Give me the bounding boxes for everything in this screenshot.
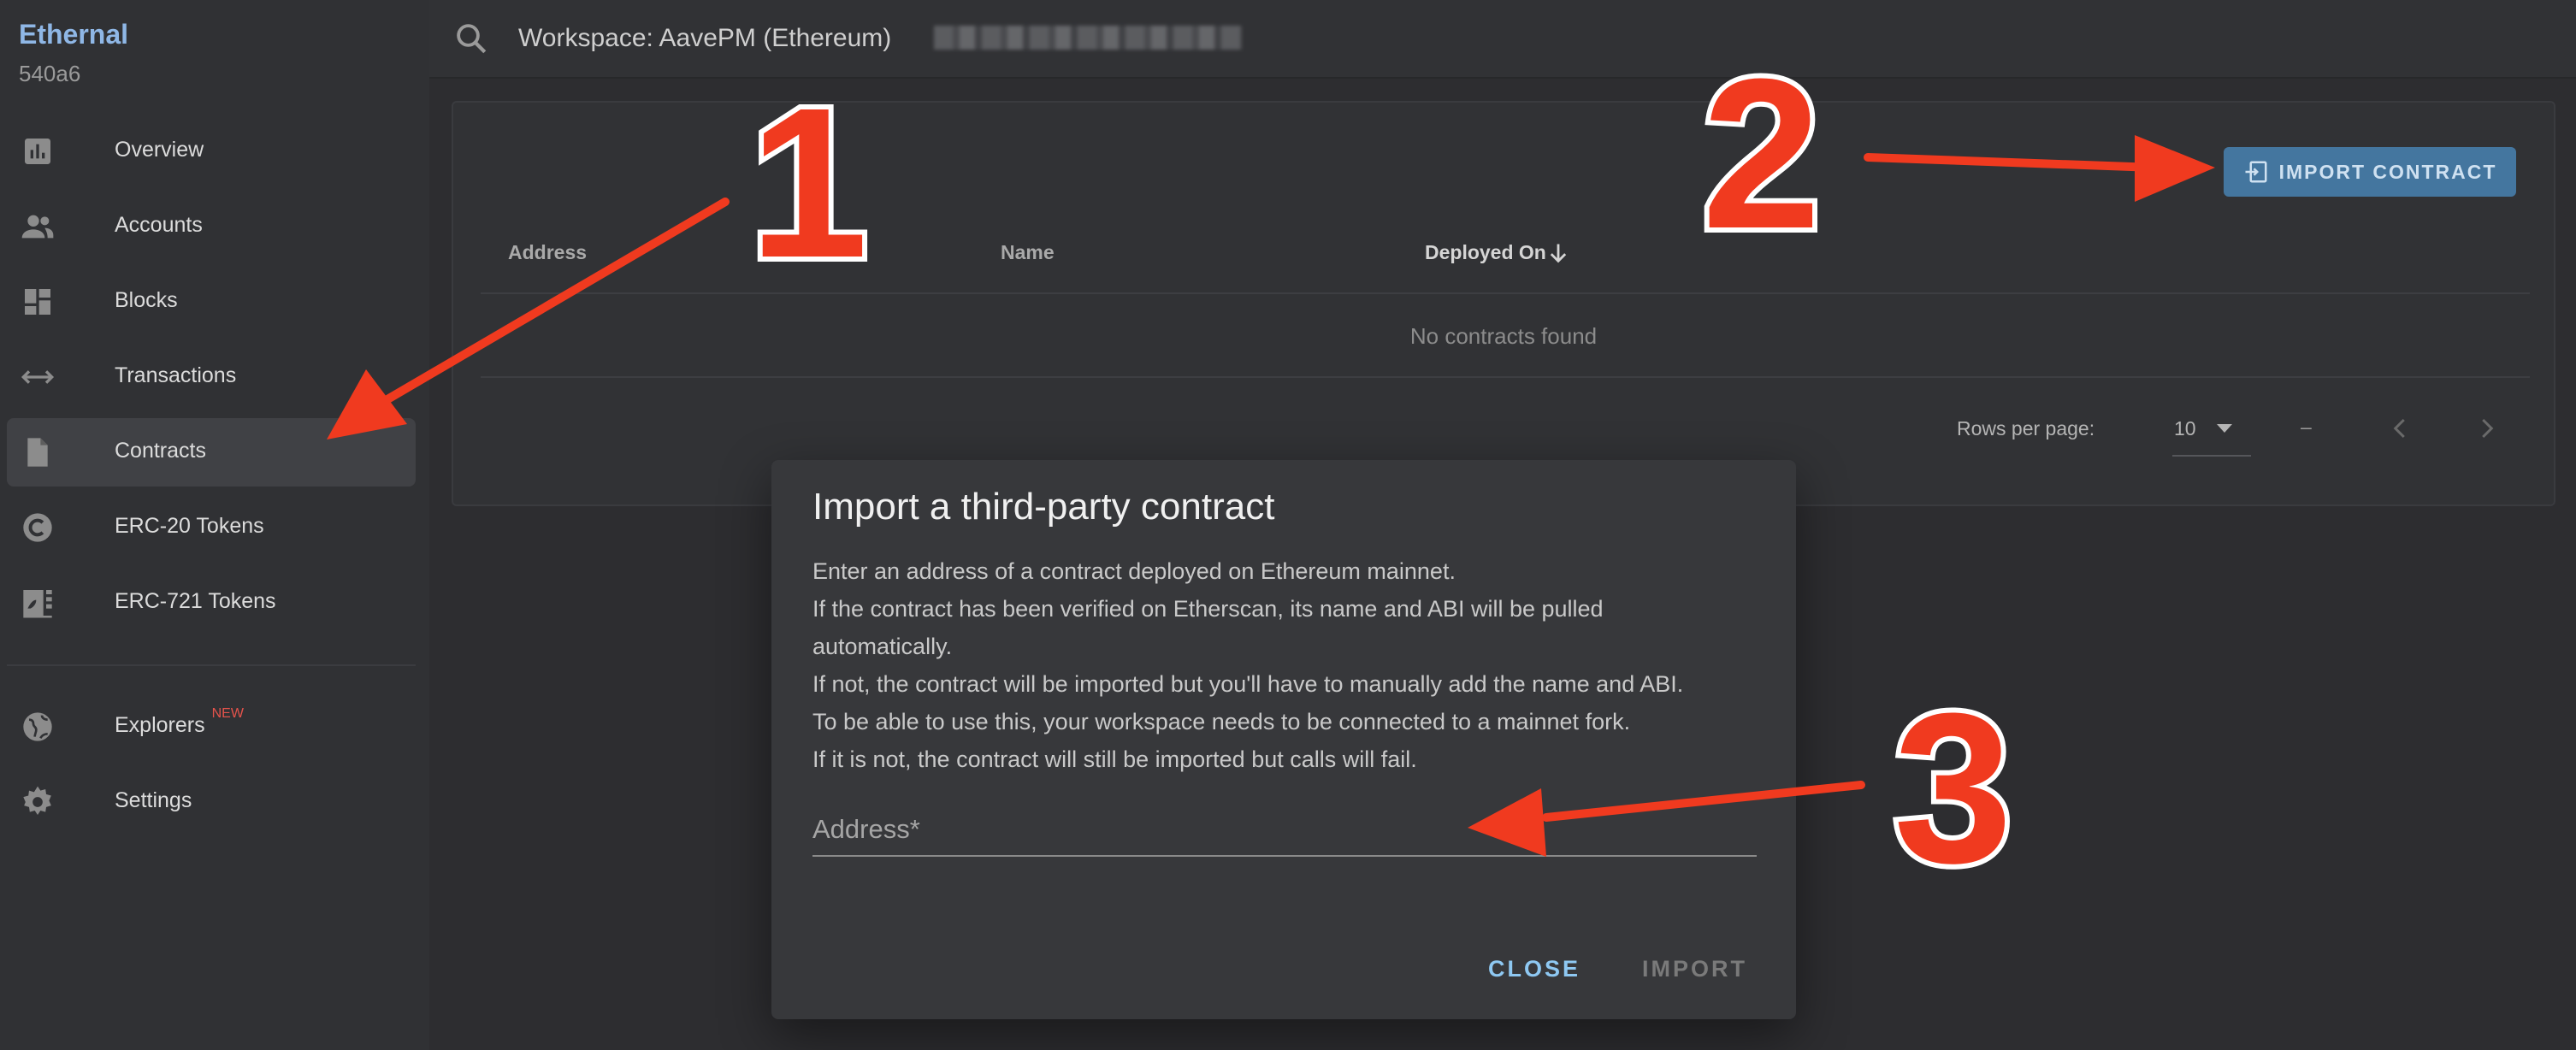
contracts-card: IMPORT CONTRACT Address Name Deployed On… bbox=[452, 101, 2555, 506]
column-header-name[interactable]: Name bbox=[1001, 241, 1055, 264]
dialog-text-line: If the contract has been verified on Eth… bbox=[812, 596, 1604, 622]
sidebar-nav: Overview Accounts Blocks Transactions Co… bbox=[7, 117, 416, 644]
search-icon[interactable] bbox=[453, 21, 489, 56]
sidebar-item-erc721-tokens[interactable]: ERC-721 Tokens bbox=[7, 569, 416, 637]
import-contract-button[interactable]: IMPORT CONTRACT bbox=[2224, 147, 2516, 197]
redacted-text bbox=[934, 26, 1242, 50]
swap-arrows-icon bbox=[21, 370, 55, 384]
sidebar-item-overview[interactable]: Overview bbox=[7, 117, 416, 186]
sidebar-secondary-nav: Explorers NEW Settings bbox=[7, 693, 416, 843]
dialog-text-line: automatically. bbox=[812, 634, 953, 659]
import-contract-label: IMPORT CONTRACT bbox=[2278, 160, 2497, 183]
brand: Ethernal 540a6 bbox=[19, 19, 128, 87]
workspace-label[interactable]: Workspace: AavePM (Ethereum) bbox=[518, 24, 891, 53]
import-button[interactable]: IMPORT bbox=[1642, 956, 1747, 982]
chart-bar-icon bbox=[25, 139, 50, 164]
chevron-right-icon[interactable] bbox=[2473, 416, 2499, 441]
arrow-down-icon[interactable] bbox=[1546, 241, 1570, 265]
rows-per-page-select[interactable]: 10 bbox=[2174, 417, 2196, 440]
explorers-label: Explorers bbox=[115, 713, 205, 737]
rows-per-page-underline bbox=[2172, 455, 2251, 457]
nft-image-icon bbox=[23, 590, 52, 618]
dialog-text-line: Enter an address of a contract deployed … bbox=[812, 558, 1456, 584]
sidebar-item-label: Blocks bbox=[115, 288, 178, 312]
new-badge: NEW bbox=[211, 706, 244, 721]
sidebar-divider bbox=[7, 664, 416, 666]
sidebar-item-label: Transactions bbox=[115, 363, 237, 387]
sidebar-item-label: Overview bbox=[115, 138, 204, 162]
dialog-text-line: To be able to use this, your workspace n… bbox=[812, 709, 1631, 734]
chevron-left-icon[interactable] bbox=[2388, 416, 2414, 441]
sidebar-item-erc20-tokens[interactable]: ERC-20 Tokens bbox=[7, 493, 416, 562]
page-range: – bbox=[2301, 416, 2312, 438]
brand-subtitle: 540a6 bbox=[19, 61, 81, 86]
sidebar-item-accounts[interactable]: Accounts bbox=[7, 192, 416, 261]
people-icon bbox=[21, 215, 54, 239]
sidebar-item-transactions[interactable]: Transactions bbox=[7, 343, 416, 411]
sidebar: Ethernal 540a6 Overview Accounts Blocks … bbox=[0, 0, 429, 1050]
sidebar-item-contracts[interactable]: Contracts bbox=[7, 418, 416, 487]
address-field[interactable]: Address* bbox=[812, 814, 920, 845]
sidebar-item-label: ERC-20 Tokens bbox=[115, 514, 264, 538]
coin-c-icon bbox=[23, 513, 52, 542]
top-bar: Workspace: AavePM (Ethereum) bbox=[429, 0, 2576, 79]
empty-table-message: No contracts found bbox=[1409, 323, 1598, 349]
sidebar-item-explorers[interactable]: Explorers NEW bbox=[7, 693, 416, 761]
header-divider bbox=[481, 292, 2530, 294]
import-icon bbox=[2245, 161, 2267, 183]
column-header-deployed-on[interactable]: Deployed On bbox=[1425, 241, 1546, 264]
step-number-3: 3 bbox=[1894, 669, 2012, 907]
sidebar-item-settings[interactable]: Settings bbox=[7, 768, 416, 836]
sidebar-item-label: Accounts bbox=[115, 213, 203, 237]
globe-icon bbox=[23, 712, 52, 741]
brand-name[interactable]: Ethernal bbox=[19, 19, 128, 50]
caret-down-icon[interactable] bbox=[2215, 422, 2234, 434]
file-icon bbox=[27, 438, 48, 467]
sidebar-item-label: Settings bbox=[115, 788, 192, 812]
gear-icon bbox=[23, 786, 51, 815]
table-divider bbox=[481, 376, 2530, 378]
dialog-body: Enter an address of a contract deployed … bbox=[812, 552, 1762, 778]
dashboard-icon bbox=[25, 289, 50, 315]
dialog-title: Import a third-party contract bbox=[812, 486, 1275, 528]
sidebar-item-blocks[interactable]: Blocks bbox=[7, 268, 416, 336]
sidebar-item-label: Explorers NEW bbox=[115, 706, 244, 738]
address-field-underline[interactable] bbox=[812, 855, 1757, 857]
column-header-address[interactable]: Address bbox=[508, 241, 587, 264]
rows-per-page-label: Rows per page: bbox=[1957, 417, 2095, 439]
sidebar-item-label: ERC-721 Tokens bbox=[115, 589, 276, 613]
dialog-text-line: If it is not, the contract will still be… bbox=[812, 746, 1417, 772]
dialog-text-line: If not, the contract will be imported bu… bbox=[812, 671, 1684, 697]
import-contract-dialog: Import a third-party contract Enter an a… bbox=[771, 460, 1796, 1019]
sidebar-item-label: Contracts bbox=[115, 439, 206, 463]
close-button[interactable]: CLOSE bbox=[1488, 956, 1580, 982]
